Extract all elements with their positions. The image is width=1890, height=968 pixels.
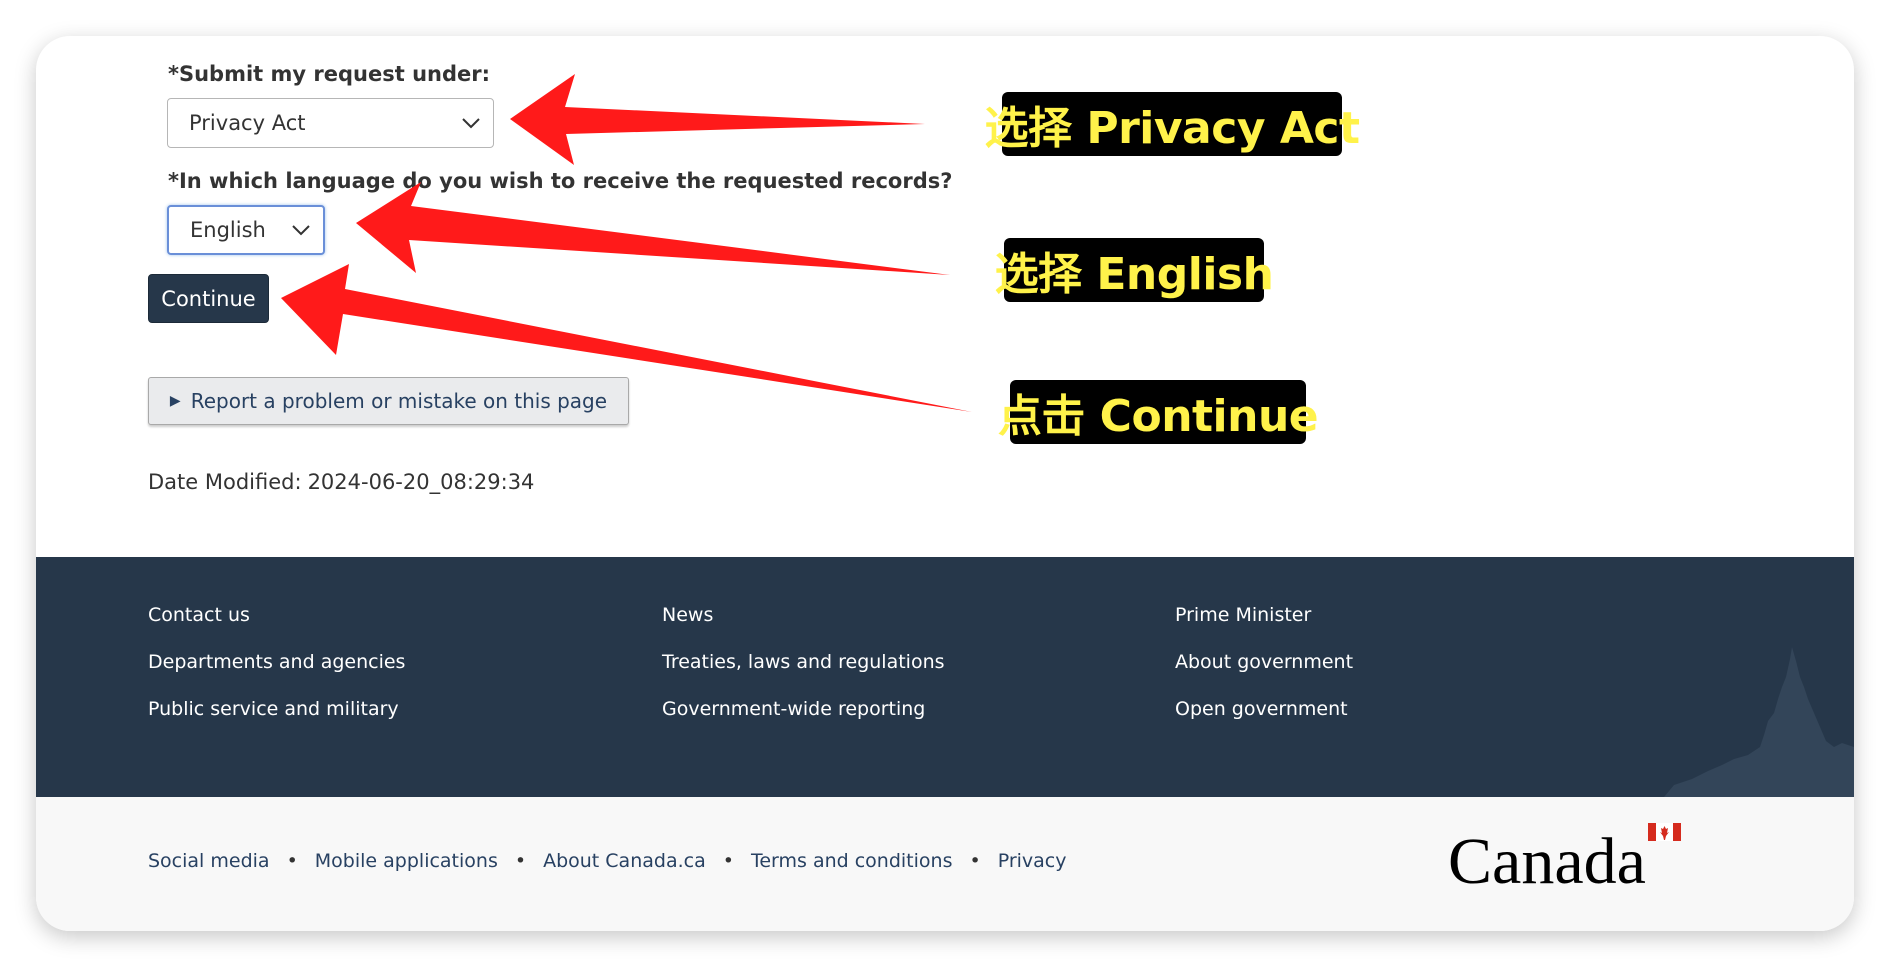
annotation-arrows [281,74,972,412]
arrow-to-continue-button [281,264,972,412]
annotation-click-continue: 点击 Continue [998,380,1319,444]
annotation-select-privacy-act: 选择 Privacy Act [985,92,1360,156]
annotation-select-english: 选择 English [995,238,1274,302]
arrow-to-request-select [510,74,925,165]
arrow-to-language-select [356,182,950,275]
